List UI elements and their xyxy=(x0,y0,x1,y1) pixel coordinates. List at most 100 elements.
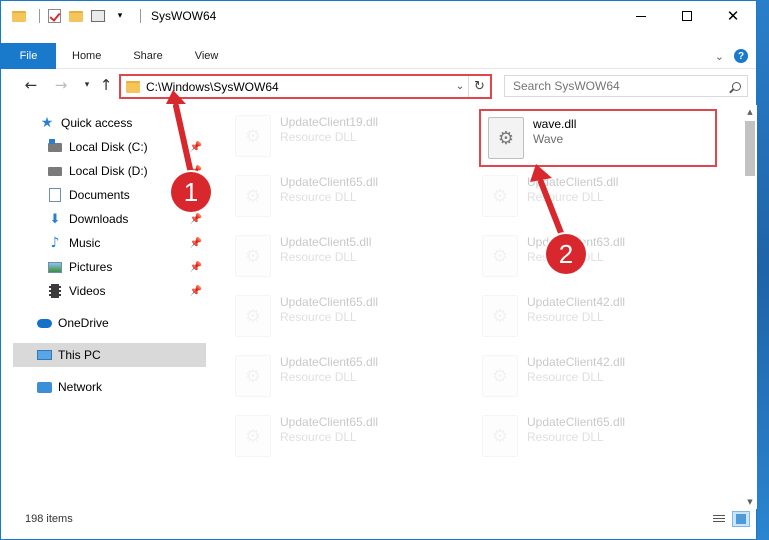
properties-check-icon[interactable] xyxy=(46,8,62,24)
forward-arrow-icon[interactable]: → xyxy=(51,75,71,95)
file-tile[interactable]: ⚙ UpdateClient65.dll Resource DLL xyxy=(226,347,464,405)
details-view-icon[interactable] xyxy=(710,511,728,527)
minimize-icon xyxy=(636,15,646,17)
close-button[interactable]: ✕ xyxy=(710,1,756,31)
tab-share[interactable]: Share xyxy=(117,43,178,69)
address-bar[interactable]: C:\Windows\SysWOW64 ⌄ ↻ xyxy=(119,74,492,99)
address-path[interactable]: C:\Windows\SysWOW64 xyxy=(146,80,452,94)
file-tile[interactable]: ⚙ UpdateClient42.dll Resource DLL xyxy=(473,287,711,345)
tab-file[interactable]: File xyxy=(1,42,56,69)
customize-toolbar-icon[interactable] xyxy=(90,8,106,24)
nav-item-label: Downloads xyxy=(69,212,129,226)
dll-file-icon: ⚙ xyxy=(235,355,271,397)
nav-item-label: Local Disk (D:) xyxy=(69,164,148,178)
annotation-badge-1: 1 xyxy=(171,172,211,212)
title-bar: ▾ SysWOW64 ✕ xyxy=(1,1,756,31)
search-box[interactable] xyxy=(504,75,748,97)
new-folder-icon[interactable] xyxy=(68,8,84,24)
view-buttons xyxy=(706,511,750,527)
pin-icon[interactable]: 📌 xyxy=(190,286,202,297)
file-tile[interactable]: ⚙ UpdateClient42.dll Resource DLL xyxy=(473,347,711,405)
dll-file-icon: ⚙ xyxy=(482,175,518,217)
file-name: UpdateClient65.dll xyxy=(280,175,379,189)
minimize-button[interactable] xyxy=(618,1,664,31)
address-dropdown-icon[interactable]: ⌄ xyxy=(452,81,468,92)
maximize-icon xyxy=(682,11,692,21)
pin-icon[interactable]: 📌 xyxy=(190,142,202,153)
help-icon[interactable]: ? xyxy=(734,49,748,63)
file-tile[interactable]: ⚙ UpdateClient65.dll Resource DLL xyxy=(226,407,464,465)
file-tile[interactable]: ⚙ UpdateClient63.dllResource DLL xyxy=(473,227,711,285)
nav-item-label: Videos xyxy=(69,284,106,298)
close-icon: ✕ xyxy=(726,7,740,25)
dll-file-icon: ⚙ xyxy=(235,295,271,337)
file-description: Resource DLL xyxy=(280,370,357,384)
pin-icon[interactable]: 📌 xyxy=(190,214,202,225)
nav-item-music[interactable]: ♪ Music 📌 xyxy=(47,231,206,255)
pin-icon[interactable]: 📌 xyxy=(190,262,202,273)
file-description: Resource DLL xyxy=(280,130,357,144)
refresh-icon[interactable]: ↻ xyxy=(468,76,490,97)
nav-item-this-pc[interactable]: This PC xyxy=(13,343,206,367)
search-input[interactable] xyxy=(513,79,725,93)
pin-icon[interactable]: 📌 xyxy=(190,238,202,249)
back-arrow-icon[interactable]: ← xyxy=(21,75,41,95)
status-bar: 198 items xyxy=(1,507,756,531)
onedrive-icon xyxy=(36,315,52,331)
star-icon: ★ xyxy=(40,115,54,131)
file-description: Resource DLL xyxy=(527,310,604,324)
annotation-badge-2: 2 xyxy=(546,234,586,274)
drive-icon xyxy=(47,138,63,155)
item-count: 198 items xyxy=(25,513,73,525)
qat-dropdown-icon[interactable]: ▾ xyxy=(112,8,128,24)
network-icon xyxy=(36,379,52,395)
nav-item-label: Music xyxy=(69,236,101,250)
file-tile[interactable]: ⚙ UpdateClient5.dll Resource DLL xyxy=(226,227,464,285)
file-tile[interactable]: ⚙ UpdateClient65.dll Resource DLL xyxy=(226,167,464,225)
nav-item-pictures[interactable]: Pictures 📌 xyxy=(47,255,206,279)
file-name: UpdateClient65.dll xyxy=(280,355,379,369)
nav-item-label: Network xyxy=(58,380,103,394)
nav-item-label: OneDrive xyxy=(58,316,109,330)
file-tile[interactable]: ⚙ UpdateClient65.dll Resource DLL xyxy=(226,287,464,345)
toolbar-divider xyxy=(39,9,40,23)
file-tile[interactable]: ⚙ UpdateClient19.dll Resource DLL xyxy=(226,107,464,165)
documents-icon xyxy=(47,187,63,203)
file-description: Resource DLL xyxy=(280,250,357,264)
videos-icon xyxy=(47,283,63,299)
nav-item-videos[interactable]: Videos 📌 xyxy=(47,279,206,303)
file-tile[interactable]: ⚙ UpdateClient65.dll Resource DLL xyxy=(473,407,711,465)
large-icons-view-icon[interactable] xyxy=(732,511,750,527)
file-list: ⚙ UpdateClient19.dll Resource DLL ⚙ Updat… xyxy=(226,105,740,505)
dll-file-icon: ⚙ xyxy=(482,355,518,397)
tab-view[interactable]: View xyxy=(179,43,235,69)
nav-item-downloads[interactable]: ⬇ Downloads 📌 xyxy=(47,207,206,231)
navigation-pane: ★ Quick access Local Disk (C:) 📌 Local D… xyxy=(13,109,206,499)
nav-item-quick-access[interactable]: ★ Quick access xyxy=(39,111,232,135)
file-description: Resource DLL xyxy=(280,430,357,444)
file-name: UpdateClient42.dll xyxy=(527,355,626,369)
dll-file-icon: ⚙ xyxy=(482,295,518,337)
folder-icon[interactable] xyxy=(11,8,27,24)
address-row: ← → ▾ ↑ C:\Windows\SysWOW64 ⌄ ↻ xyxy=(1,71,756,101)
nav-item-network[interactable]: Network xyxy=(36,375,206,399)
explorer-window: ▾ SysWOW64 ✕ File Home Share View ⌄ ? ← … xyxy=(0,0,757,540)
file-name: UpdateClient65.dll xyxy=(527,415,626,429)
nav-item-label: Local Disk (C:) xyxy=(69,140,148,154)
file-tile[interactable]: ⚙ UpdateClient5.dll Resource DLL xyxy=(473,167,711,225)
scroll-up-icon[interactable]: ▲ xyxy=(743,105,757,119)
recent-locations-icon[interactable]: ▾ xyxy=(77,75,97,95)
search-icon[interactable] xyxy=(725,81,747,91)
file-name: UpdateClient5.dll xyxy=(280,235,372,249)
drive-icon xyxy=(47,163,63,179)
vertical-scrollbar[interactable]: ▲ ▼ xyxy=(743,105,757,509)
file-name: UpdateClient42.dll xyxy=(527,295,626,309)
nav-item-local-disk-c[interactable]: Local Disk (C:) 📌 xyxy=(47,135,206,159)
tab-home[interactable]: Home xyxy=(56,43,117,69)
expand-ribbon-icon[interactable]: ⌄ xyxy=(715,50,724,63)
scrollbar-thumb[interactable] xyxy=(745,121,755,176)
nav-item-onedrive[interactable]: OneDrive xyxy=(36,311,206,335)
maximize-button[interactable] xyxy=(664,1,710,31)
up-arrow-icon[interactable]: ↑ xyxy=(96,75,116,95)
file-tile-wave-dll[interactable]: ⚙ wave.dll Wave xyxy=(479,109,717,167)
